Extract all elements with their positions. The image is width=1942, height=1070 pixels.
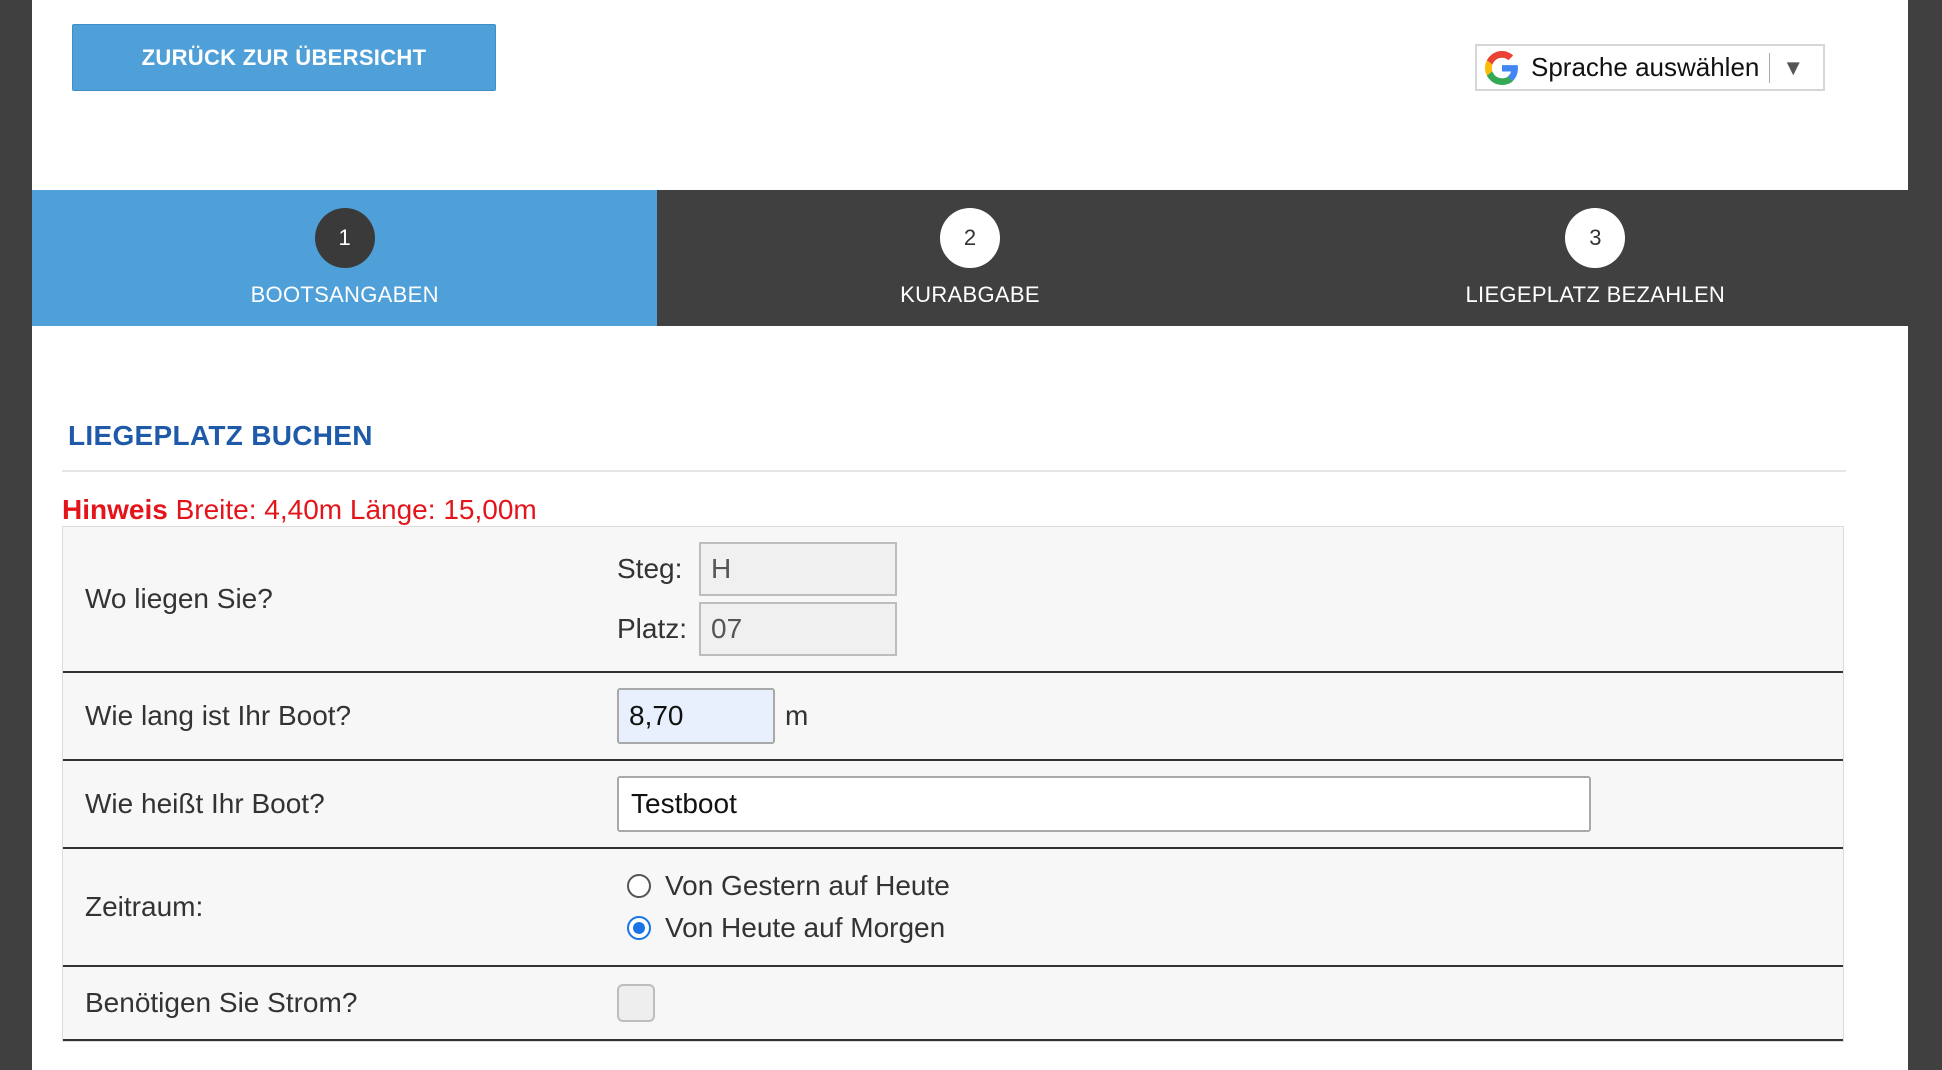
step-bootsangaben[interactable]: 1 BOOTSANGABEN bbox=[32, 190, 658, 326]
section-divider bbox=[62, 470, 1846, 472]
step-number: 3 bbox=[1565, 208, 1626, 268]
boat-name-input[interactable] bbox=[617, 776, 1591, 832]
form-row-name: Wie heißt Ihr Boot? bbox=[63, 761, 1843, 849]
step-number: 1 bbox=[314, 208, 375, 268]
step-label: LIEGEPLATZ BEZAHLEN bbox=[1465, 282, 1726, 307]
period-option-today[interactable]: Von Heute auf Morgen bbox=[627, 912, 950, 944]
step-label: KURABGABE bbox=[900, 282, 1040, 307]
chevron-down-icon: ▼ bbox=[1782, 54, 1805, 80]
google-g-icon bbox=[1485, 50, 1518, 85]
page: ZURÜCK ZUR ÜBERSICHT Sprache auswählen ▼… bbox=[32, 0, 1908, 1070]
language-select-label: Sprache auswählen bbox=[1531, 52, 1760, 82]
form-row-location: Wo liegen Sie? Steg: Platz: bbox=[63, 527, 1843, 673]
period-option-label: Von Heute auf Morgen bbox=[665, 912, 946, 943]
hint-label: Hinweis bbox=[62, 494, 168, 525]
period-label: Zeitraum: bbox=[85, 891, 204, 922]
platz-input[interactable] bbox=[699, 602, 898, 656]
step-label: BOOTSANGABEN bbox=[250, 282, 439, 307]
boat-length-input[interactable] bbox=[617, 688, 775, 744]
platz-label: Platz: bbox=[617, 613, 688, 644]
form-row-length: Wie lang ist Ihr Boot? m bbox=[63, 673, 1843, 761]
location-label: Wo liegen Sie? bbox=[85, 583, 273, 614]
period-option-yesterday[interactable]: Von Gestern auf Heute bbox=[627, 870, 950, 902]
booking-form: Wo liegen Sie? Steg: Platz: Wie lang ist… bbox=[62, 526, 1844, 1042]
steg-label: Steg: bbox=[617, 553, 683, 584]
period-option-label: Von Gestern auf Heute bbox=[665, 870, 950, 901]
language-select[interactable]: Sprache auswählen ▼ bbox=[1475, 44, 1825, 91]
length-unit: m bbox=[785, 700, 809, 731]
steg-input[interactable] bbox=[699, 542, 898, 596]
back-to-overview-button[interactable]: ZURÜCK ZUR ÜBERSICHT bbox=[72, 24, 496, 91]
step-liegeplatz-bezahlen[interactable]: 3 LIEGEPLATZ BEZAHLEN bbox=[1283, 190, 1908, 326]
form-row-power: Benötigen Sie Strom? bbox=[63, 967, 1843, 1041]
power-label: Benötigen Sie Strom? bbox=[85, 987, 358, 1018]
language-select-separator bbox=[1769, 52, 1771, 83]
form-row-period: Zeitraum: Von Gestern auf Heute Von Heut… bbox=[63, 849, 1843, 967]
period-radio-group: Von Gestern auf Heute Von Heute auf Morg… bbox=[617, 870, 950, 944]
step-number: 2 bbox=[939, 208, 1000, 268]
radio-checked[interactable] bbox=[627, 916, 651, 940]
hint-text: Hinweis Breite: 4,40m Länge: 15,00m bbox=[62, 494, 537, 526]
section-title: LIEGEPLATZ BUCHEN bbox=[68, 420, 373, 451]
hint-dimensions: Breite: 4,40m Länge: 15,00m bbox=[175, 494, 537, 525]
power-checkbox[interactable] bbox=[617, 984, 655, 1022]
step-kurabgabe[interactable]: 2 KURABGABE bbox=[657, 190, 1282, 326]
radio-unchecked[interactable] bbox=[627, 874, 651, 898]
length-label: Wie lang ist Ihr Boot? bbox=[85, 700, 352, 731]
progress-steps: 1 BOOTSANGABEN 2 KURABGABE 3 LIEGEPLATZ … bbox=[32, 190, 1908, 326]
name-label: Wie heißt Ihr Boot? bbox=[85, 788, 325, 819]
